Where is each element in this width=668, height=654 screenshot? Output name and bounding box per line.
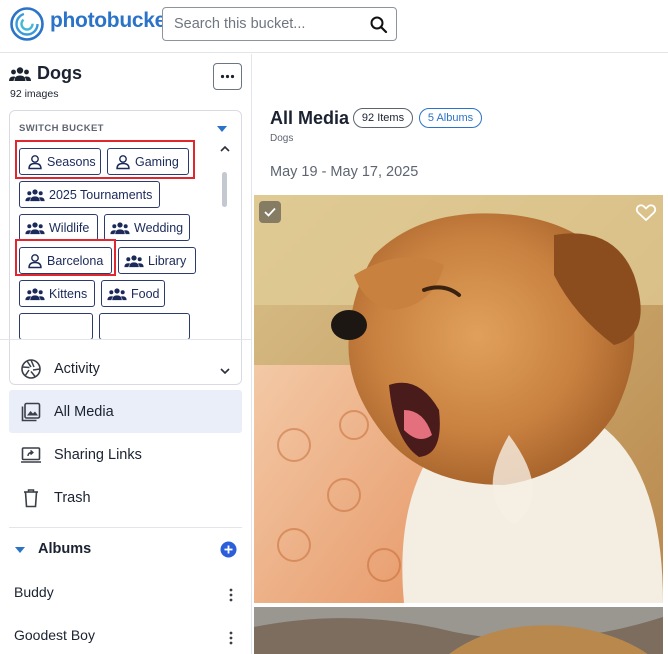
person-icon [116, 154, 130, 169]
scrollbar-thumb[interactable] [222, 172, 227, 207]
nav-label: Trash [54, 489, 91, 506]
chip-label: Wedding [134, 220, 184, 235]
photobucket-logo-icon[interactable] [10, 7, 44, 41]
chip-label: Food [131, 286, 160, 301]
nav-label: Activity [54, 360, 100, 377]
select-checkbox[interactable] [259, 201, 281, 223]
heart-icon[interactable] [634, 201, 658, 223]
bucket-chip-gaming[interactable]: Gaming [107, 148, 189, 175]
search-input[interactable] [164, 9, 359, 39]
albums-heading: Albums [38, 541, 92, 557]
aperture-icon [21, 358, 41, 379]
group-icon [25, 221, 45, 234]
bucket-chip-wedding[interactable]: Wedding [104, 214, 190, 241]
nav-all-media[interactable]: All Media [9, 390, 242, 433]
bucket-chip-food[interactable]: Food [101, 280, 165, 307]
bucket-chip-partial[interactable] [99, 313, 190, 340]
bucket-more-button[interactable] [213, 63, 242, 90]
group-icon [9, 67, 31, 81]
search-box [162, 7, 397, 41]
chip-label: Gaming [135, 154, 179, 169]
group-icon [110, 221, 130, 234]
nav-label: All Media [54, 403, 114, 420]
album-label: Buddy [14, 584, 54, 600]
nav-activity[interactable]: Activity [9, 347, 242, 390]
bucket-title: Dogs [37, 63, 82, 83]
bucket-chip-wildlife[interactable]: Wildlife [19, 214, 98, 241]
trash-icon [24, 488, 38, 507]
album-item-buddy[interactable]: Buddy [14, 584, 242, 606]
bucket-chip-seasons[interactable]: Seasons [19, 148, 101, 175]
albums-count-link[interactable]: 5 Albums [419, 108, 482, 128]
album-label: Goodest Boy [14, 627, 95, 643]
page-edge [664, 54, 668, 654]
more-vertical-icon[interactable] [229, 588, 233, 602]
albums-collapse-icon[interactable] [15, 547, 25, 553]
bucket-chip-2025-tournaments[interactable]: 2025 Tournaments [19, 181, 160, 208]
group-icon [107, 287, 127, 300]
person-icon [28, 154, 42, 169]
photo-tile[interactable] [254, 607, 663, 654]
switch-bucket-panel: SWITCH BUCKET Seasons Gaming 2025 Tourna… [9, 110, 242, 385]
chip-label: Seasons [47, 154, 96, 169]
chip-label: Wildlife [49, 220, 90, 235]
chip-label: 2025 Tournaments [49, 187, 153, 202]
photo-tile[interactable] [254, 195, 663, 603]
bucket-chip-partial[interactable] [19, 313, 93, 340]
divider [0, 339, 252, 340]
items-count-badge: 92 Items [353, 108, 413, 128]
date-range: May 19 - May 17, 2025 [270, 164, 419, 180]
group-icon [25, 287, 45, 300]
sidebar: Dogs 92 images SWITCH BUCKET Seasons Gam… [0, 54, 252, 654]
chip-label: Library [148, 253, 187, 268]
scroll-up-icon[interactable] [219, 144, 231, 154]
page-title: All Media [270, 108, 350, 128]
dog-yawning-photo [254, 195, 663, 603]
brand-name[interactable]: photobucket [50, 9, 173, 33]
person-icon [28, 253, 42, 268]
bucket-chip-barcelona[interactable]: Barcelona [19, 247, 112, 274]
nav-label: Sharing Links [54, 446, 142, 463]
chip-label: Kittens [49, 286, 88, 301]
group-icon [124, 254, 144, 267]
more-vertical-icon[interactable] [229, 631, 233, 645]
group-icon [25, 188, 45, 201]
album-item-goodest-boy[interactable]: Goodest Boy [14, 627, 242, 649]
search-icon[interactable] [368, 14, 390, 36]
switch-bucket-label: SWITCH BUCKET [19, 123, 104, 134]
bucket-chip-library[interactable]: Library [118, 247, 196, 274]
nav-sharing-links[interactable]: Sharing Links [9, 433, 242, 476]
gallery-icon [21, 402, 41, 421]
chip-label: Barcelona [47, 253, 104, 268]
share-screen-icon [21, 446, 41, 463]
switch-bucket-collapse-icon[interactable] [217, 126, 227, 132]
main-content: All Media 92 Items 5 Albums Dogs May 19 … [253, 54, 668, 654]
divider [9, 527, 242, 528]
app-header: photobucket [0, 0, 668, 53]
add-album-icon[interactable] [220, 541, 237, 558]
nav-trash[interactable]: Trash [9, 476, 242, 519]
dog-photo [254, 607, 663, 654]
bucket-chip-kittens[interactable]: Kittens [19, 280, 95, 307]
more-horizontal-icon [220, 74, 235, 79]
bucket-image-count: 92 images [10, 88, 59, 100]
breadcrumb[interactable]: Dogs [270, 133, 293, 144]
check-icon [264, 207, 276, 217]
